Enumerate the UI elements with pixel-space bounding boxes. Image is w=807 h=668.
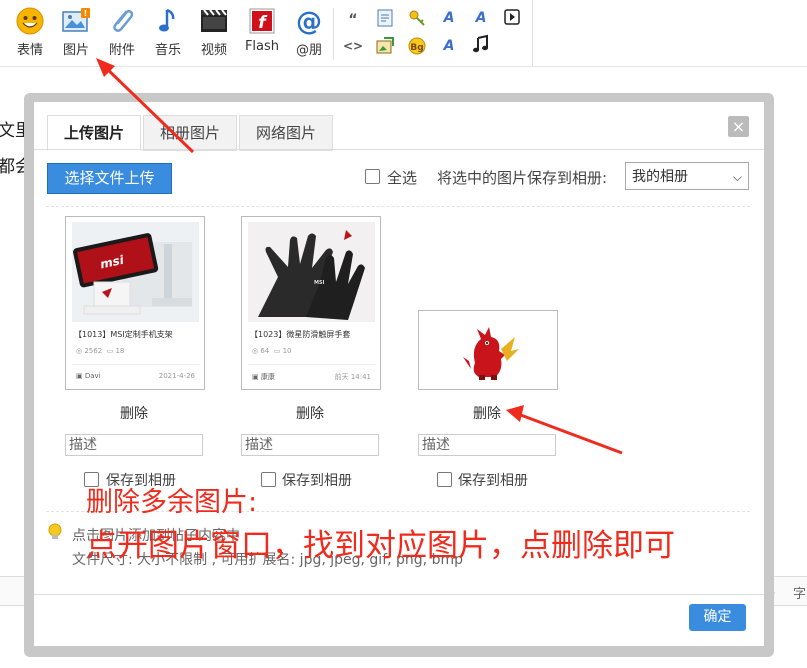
upload-file-button[interactable]: 选择文件上传 <box>47 163 172 194</box>
music-note-icon <box>159 8 175 32</box>
key-icon[interactable] <box>407 8 427 28</box>
code-icon[interactable]: <> <box>343 36 363 56</box>
card-title: 【1023】微星防滑触屏手套 <box>250 330 351 339</box>
card-stats: ◎ 64 ▭ 10 <box>252 347 292 355</box>
tab-web-image[interactable]: 网络图片 <box>239 115 333 151</box>
image-thumbnail[interactable]: MSI 【1023】微星防滑触屏手套 ◎ 64 ▭ 10 ▣ 康康 前天 14:… <box>241 216 381 390</box>
card-date: 2021-4-26 <box>158 372 195 380</box>
svg-text:Bg: Bg <box>410 43 423 53</box>
select-all-checkbox[interactable] <box>365 169 380 184</box>
font-superscript-icon[interactable]: A <box>439 36 459 56</box>
description-input[interactable]: 描述 <box>418 434 556 456</box>
select-all-label: 全选 <box>387 169 418 187</box>
toolbar-divider <box>532 0 533 66</box>
paperclip-icon <box>113 9 134 32</box>
delete-button[interactable]: 删除 <box>447 403 527 423</box>
toolbar-image-button[interactable]: ! 图片 <box>53 6 99 62</box>
tab-album-image[interactable]: 相册图片 <box>143 115 237 151</box>
comments-count: 10 <box>282 347 292 355</box>
toolbar-label: 音乐 <box>154 43 181 58</box>
toolbar-flash-button[interactable]: f Flash <box>238 6 286 62</box>
save-to-album-label: 保存到相册 <box>458 473 528 489</box>
smiley-icon <box>16 7 44 35</box>
image-thumbnail[interactable] <box>418 310 558 390</box>
annotation-heading: 删除多余图片: <box>86 487 258 518</box>
editor-toolbar: 表情 ! 图片 附件 音乐 视频 f Flash @ @朋 “ A A <> B… <box>0 0 807 67</box>
toolbar-label: 表情 <box>16 43 43 58</box>
toolbar-label: 附件 <box>108 43 135 58</box>
music-icon[interactable] <box>471 34 491 54</box>
delete-button[interactable]: 删除 <box>94 403 174 423</box>
image-insert-icon[interactable] <box>375 36 395 56</box>
description-input[interactable]: 描述 <box>65 434 203 456</box>
delete-button[interactable]: 删除 <box>270 403 350 423</box>
description-input[interactable]: 描述 <box>241 434 379 456</box>
flash-icon: f <box>249 8 275 34</box>
toolbar-label: 视频 <box>200 43 227 58</box>
annotation-instruction: 点开图片窗口，找到对应图片，点删除即可 <box>86 528 675 564</box>
save-to-album-checkbox[interactable] <box>437 472 452 487</box>
svg-text:@: @ <box>296 7 322 36</box>
toolbar-label: 图片 <box>62 43 89 58</box>
author-name: Davi <box>84 372 101 380</box>
toolbar-attachment-button[interactable]: 附件 <box>99 6 145 62</box>
save-to-album-label: 将选中的图片保存到相册: <box>437 169 608 187</box>
font-icon[interactable]: A <box>439 8 459 28</box>
at-icon: @ <box>296 7 322 36</box>
toolbar-video-button[interactable]: 视频 <box>191 6 237 62</box>
toolbar-music-button[interactable]: 音乐 <box>145 6 191 62</box>
save-to-album-checkbox[interactable] <box>261 472 276 487</box>
card-divider <box>72 364 199 365</box>
font-subscript-icon[interactable]: A <box>471 8 491 28</box>
chevron-down-icon: ⌵ <box>732 170 742 184</box>
save-to-album-label: 保存到相册 <box>282 473 352 489</box>
toolbar-divider <box>333 8 334 60</box>
thumbnail-card: MSI 【1023】微星防滑触屏手套 ◎ 64 ▭ 10 ▣ 康康 前天 14:… <box>248 222 375 387</box>
quote-icon[interactable]: “ <box>343 10 363 30</box>
comments-count: 18 <box>115 347 125 355</box>
svg-text:!: ! <box>84 9 88 18</box>
background-icon[interactable]: Bg <box>407 36 427 56</box>
close-button[interactable]: × <box>728 116 749 137</box>
views-count: 2562 <box>84 347 103 355</box>
image-thumbnail[interactable]: msi 【1013】MSI定制手机支架 ◎ 2562 ▭ 18 ▣ Davi 2… <box>65 216 205 390</box>
document-icon[interactable] <box>375 8 395 28</box>
card-stats: ◎ 2562 ▭ 18 <box>76 347 125 355</box>
video-icon <box>201 9 227 32</box>
toolbar-label: @朋 <box>295 43 322 58</box>
tab-upload-image[interactable]: 上传图片 <box>47 115 141 151</box>
card-date: 前天 14:41 <box>334 373 371 381</box>
card-author: ▣ Davi <box>76 372 101 380</box>
toolbar-mention-button[interactable]: @ @朋 <box>286 6 332 62</box>
card-title: 【1013】MSI定制手机支架 <box>74 330 173 339</box>
tab-divider <box>34 149 764 150</box>
phone-stand-picture: msi <box>72 222 199 322</box>
divider <box>46 206 750 207</box>
toolbar-label: Flash <box>244 39 280 54</box>
card-author: ▣ 康康 <box>252 373 275 381</box>
toolbar-smiley-button[interactable]: 表情 <box>7 6 53 62</box>
author-name: 康康 <box>260 373 275 381</box>
red-dragon-picture <box>419 311 557 389</box>
svg-text:MSI: MSI <box>314 280 325 286</box>
thumbnail-card: msi 【1013】MSI定制手机支架 ◎ 2562 ▭ 18 ▣ Davi 2… <box>72 222 199 387</box>
lightbulb-icon <box>48 523 62 539</box>
play-icon[interactable] <box>502 7 522 27</box>
gloves-picture: MSI <box>248 222 375 322</box>
footer-divider <box>34 594 764 595</box>
album-select[interactable]: 我的相册 ⌵ <box>625 162 749 190</box>
album-select-value: 我的相册 <box>632 169 688 185</box>
card-divider <box>248 364 375 365</box>
views-count: 64 <box>260 347 270 355</box>
status-text: 字 <box>793 587 807 602</box>
confirm-button[interactable]: 确定 <box>689 604 746 631</box>
image-icon: ! <box>62 8 90 32</box>
